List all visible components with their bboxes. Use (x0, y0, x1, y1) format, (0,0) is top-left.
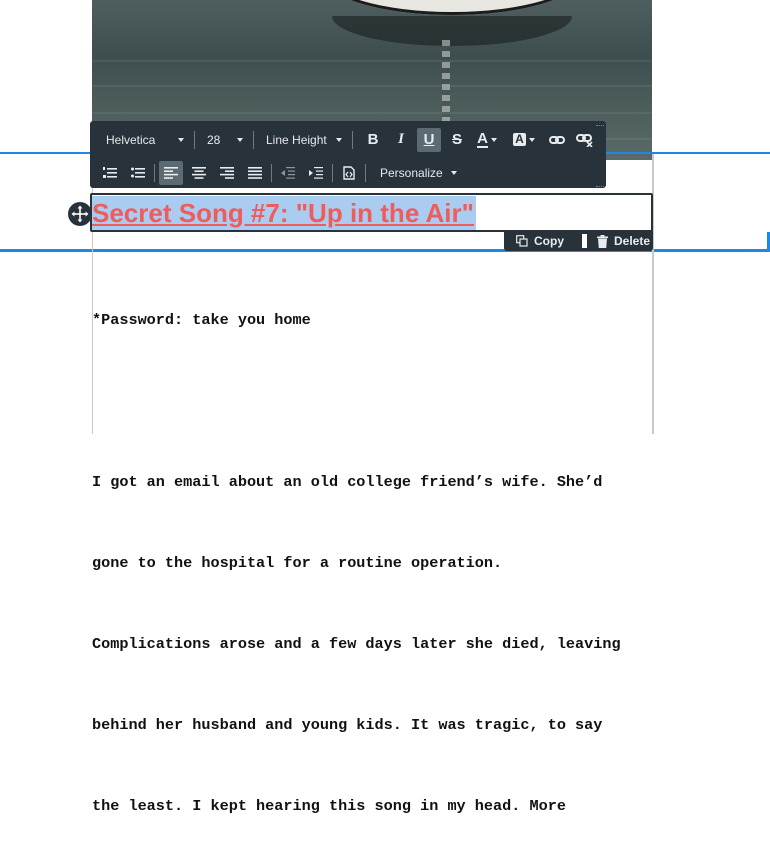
font-family-dropdown[interactable]: Helvetica (96, 128, 192, 152)
underline-icon: U (423, 131, 435, 148)
copy-icon (516, 235, 528, 247)
italic-button[interactable]: I (389, 128, 413, 152)
chevron-down-icon (237, 137, 243, 142)
toolbar-grip (596, 125, 604, 129)
font-size-dropdown[interactable]: 28 (197, 128, 251, 152)
divider (271, 163, 272, 182)
indent-button[interactable] (304, 161, 328, 185)
align-center-button[interactable] (187, 161, 211, 185)
boat-image-detail (322, 0, 582, 15)
divider (332, 163, 333, 182)
outdent-icon (281, 166, 295, 179)
italic-icon: I (398, 131, 404, 147)
ordered-list-icon (103, 166, 117, 178)
chevron-down-icon (178, 137, 184, 142)
divider (365, 163, 366, 182)
align-right-icon (220, 166, 234, 179)
chevron-down-icon (450, 170, 457, 175)
selection-band-bottom (0, 249, 770, 252)
divider (194, 130, 195, 149)
align-left-icon (164, 166, 178, 179)
unordered-list-icon (131, 167, 145, 178)
toolbar-row-2: Personalize (90, 156, 606, 189)
text-line: *Password: take you home (92, 311, 311, 329)
chevron-down-icon (528, 137, 535, 142)
text-line (92, 388, 652, 415)
personalize-dropdown[interactable]: Personalize (370, 161, 464, 185)
unlink-button[interactable] (573, 128, 597, 152)
background-color-icon: A (513, 132, 526, 146)
move-icon (71, 205, 89, 223)
trash-icon (597, 234, 608, 248)
background-color-button[interactable]: A (509, 128, 539, 152)
chevron-down-icon (490, 137, 497, 142)
line-height-dropdown[interactable]: Line Height (256, 128, 350, 152)
text-line: behind her husband and young kids. It wa… (92, 716, 603, 734)
divider (352, 130, 353, 149)
link-icon (549, 135, 565, 144)
bold-icon: B (367, 131, 379, 148)
align-justify-icon (248, 166, 262, 179)
text-line: Complications arose and a few days later… (92, 635, 621, 653)
align-left-button[interactable] (159, 160, 183, 185)
bold-button[interactable]: B (361, 128, 385, 152)
ordered-list-button[interactable] (98, 161, 122, 185)
text-color-icon: A (477, 129, 488, 148)
align-center-icon (192, 166, 206, 179)
block-actions-bar: Copy Delete (504, 231, 653, 251)
chevron-down-icon (336, 137, 342, 142)
link-button[interactable] (545, 128, 569, 152)
align-right-button[interactable] (215, 161, 239, 185)
selected-heading-text[interactable]: Secret Song #7: "Up in the Air" (92, 196, 476, 230)
line-height-label: Line Height (266, 132, 327, 147)
underline-button[interactable]: U (417, 127, 441, 152)
personalize-label: Personalize (380, 165, 443, 180)
text-line: I got an email about an old college frie… (92, 473, 603, 491)
text-color-button[interactable]: A (473, 128, 501, 152)
text-format-toolbar: Helvetica 28 Line Height B I U S A A Per… (90, 121, 606, 188)
unlink-icon (576, 133, 593, 147)
copy-button[interactable]: Copy (504, 231, 576, 251)
toolbar-grip (596, 186, 604, 190)
source-code-icon (343, 165, 355, 180)
font-size-value: 28 (207, 132, 221, 147)
strikethrough-icon: S (451, 131, 462, 148)
copy-label: Copy (534, 234, 564, 248)
unordered-list-button[interactable] (126, 161, 150, 185)
strikethrough-button[interactable]: S (445, 128, 469, 152)
font-family-value: Helvetica (106, 132, 156, 147)
divider (253, 130, 254, 149)
indent-icon (309, 166, 323, 179)
text-line: gone to the hospital for a routine opera… (92, 554, 503, 572)
body-text-block[interactable]: *Password: take you home I got an email … (92, 253, 652, 847)
align-justify-button[interactable] (243, 161, 267, 185)
delete-button[interactable]: Delete (587, 231, 650, 251)
divider (154, 163, 155, 182)
text-line: the least. I kept hearing this song in m… (92, 797, 566, 815)
outdent-button[interactable] (276, 161, 300, 185)
toolbar-row-1: Helvetica 28 Line Height B I U S A A (90, 123, 606, 156)
delete-label: Delete (614, 234, 651, 248)
source-code-button[interactable] (337, 161, 361, 185)
move-handle[interactable] (68, 202, 92, 226)
